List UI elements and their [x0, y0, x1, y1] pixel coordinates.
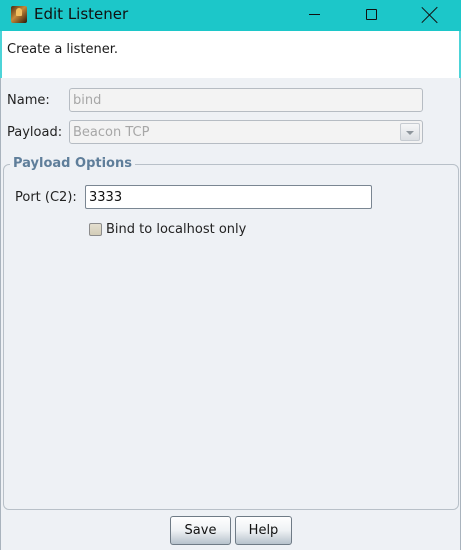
port-input[interactable]: [85, 185, 372, 209]
payload-label: Payload:: [7, 125, 63, 140]
payload-options-group: Payload Options Port (C2): Bind to local…: [3, 156, 459, 510]
port-label: Port (C2):: [15, 190, 77, 205]
payload-selected-value: Beacon TCP: [73, 125, 150, 140]
chevron-down-icon: [400, 123, 420, 141]
help-button[interactable]: Help: [235, 516, 292, 545]
name-label: Name:: [7, 93, 50, 108]
app-icon: [11, 6, 27, 23]
payload-options-legend: Payload Options: [10, 156, 135, 171]
title-bar[interactable]: Edit Listener: [0, 0, 461, 31]
save-button[interactable]: Save: [170, 516, 231, 545]
window-title: Edit Listener: [34, 5, 129, 23]
maximize-icon: [366, 9, 377, 20]
payload-select: Beacon TCP: [69, 120, 423, 144]
dialog-content: Name: bind Payload: Beacon TCP Payload O…: [0, 78, 461, 550]
close-button[interactable]: [408, 0, 454, 31]
maximize-button[interactable]: [349, 0, 395, 31]
header-description: Create a listener.: [7, 42, 119, 57]
minimize-icon: [309, 14, 320, 15]
bind-localhost-checkbox[interactable]: [89, 223, 102, 236]
dialog-header: Create a listener.: [0, 31, 461, 78]
name-field: bind: [69, 88, 423, 112]
bind-localhost-label[interactable]: Bind to localhost only: [106, 222, 246, 237]
minimize-button[interactable]: [291, 0, 337, 31]
